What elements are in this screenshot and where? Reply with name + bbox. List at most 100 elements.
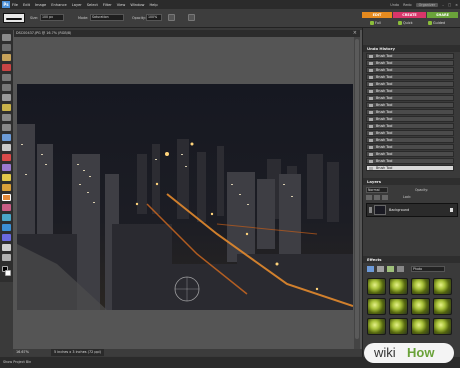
zoom-level[interactable]: 16.67% xyxy=(16,349,29,356)
history-item[interactable]: Brush Tool xyxy=(366,67,454,73)
straighten-tool-icon[interactable] xyxy=(2,144,11,151)
effect-thumbnail[interactable] xyxy=(389,278,408,295)
delete-layer-icon[interactable] xyxy=(382,195,388,200)
opacity-field[interactable]: 100% xyxy=(146,14,162,21)
zoom-tool-icon[interactable] xyxy=(2,44,11,51)
lasso-tool-icon[interactable] xyxy=(2,84,11,91)
edit-quick-button[interactable]: Quick xyxy=(398,20,413,26)
filters-tab-icon[interactable] xyxy=(367,266,374,272)
photo-effects-tab-icon[interactable] xyxy=(387,266,394,272)
organizer-button[interactable]: Organizer xyxy=(415,2,439,7)
move-tool-icon[interactable] xyxy=(2,34,11,41)
menu-edit[interactable]: Edit xyxy=(23,3,30,7)
minimize-icon[interactable]: – xyxy=(442,3,444,7)
layer-name[interactable]: Background xyxy=(389,208,409,212)
background-color-swatch[interactable] xyxy=(5,270,11,276)
healing-brush-icon[interactable] xyxy=(2,164,11,171)
history-item[interactable]: Brush Tool xyxy=(366,137,454,143)
tab-create[interactable]: CREATE xyxy=(393,12,426,18)
edit-full-button[interactable]: Full xyxy=(370,20,381,26)
eyedropper-tool-icon[interactable] xyxy=(2,64,11,71)
mode-select[interactable]: Saturation xyxy=(90,14,124,21)
effect-thumbnail[interactable] xyxy=(411,298,430,315)
history-item[interactable]: Brush Tool xyxy=(366,88,454,94)
edit-guided-button[interactable]: Guided xyxy=(428,20,445,26)
blend-mode-select[interactable]: Normal xyxy=(366,187,388,193)
tab-edit[interactable]: EDIT xyxy=(362,12,392,18)
menu-layer[interactable]: Layer xyxy=(72,3,82,7)
layer-row-background[interactable]: Background xyxy=(366,203,458,217)
scroll-thumb[interactable] xyxy=(355,39,359,339)
all-effects-tab-icon[interactable] xyxy=(397,266,404,272)
maximize-icon[interactable]: □ xyxy=(448,3,451,7)
eye-icon[interactable] xyxy=(369,207,372,213)
redo-button[interactable]: Redo xyxy=(403,3,412,7)
document-dimensions[interactable]: 5 inches x 3 inches (72 ppi) xyxy=(51,349,104,356)
history-item[interactable]: Brush Tool xyxy=(366,130,454,136)
layers-header[interactable]: Layers xyxy=(363,178,460,185)
history-item[interactable]: Brush Tool xyxy=(366,60,454,66)
new-layer-icon[interactable] xyxy=(366,195,372,200)
sponge-tool-icon[interactable] xyxy=(2,254,11,261)
effect-thumbnail[interactable] xyxy=(433,298,452,315)
quick-selection-icon[interactable] xyxy=(2,104,11,111)
history-item[interactable]: Brush Tool xyxy=(366,116,454,122)
size-field[interactable]: 100 px xyxy=(40,14,64,21)
menu-file[interactable]: File xyxy=(12,3,18,7)
menu-view[interactable]: View xyxy=(117,3,126,7)
history-item[interactable]: Brush Tool xyxy=(366,74,454,80)
hand-tool-icon[interactable] xyxy=(2,54,11,61)
tablet-options-icon[interactable] xyxy=(188,14,195,21)
tab-share[interactable]: SHARE xyxy=(427,12,458,18)
menu-window[interactable]: Window xyxy=(130,3,144,7)
eraser-tool-icon[interactable] xyxy=(2,184,11,191)
canvas-photo[interactable] xyxy=(17,84,353,310)
history-item-selected[interactable]: Brush Tool xyxy=(366,165,454,171)
red-eye-tool-icon[interactable] xyxy=(2,154,11,161)
effect-thumbnail[interactable] xyxy=(367,318,386,335)
menu-help[interactable]: Help xyxy=(149,3,157,7)
effects-header[interactable]: Effects xyxy=(363,256,460,263)
cookie-cutter-icon[interactable] xyxy=(2,134,11,141)
history-item[interactable]: Brush Tool xyxy=(366,53,454,59)
shape-tool-icon[interactable] xyxy=(2,234,11,241)
history-item[interactable]: Brush Tool xyxy=(366,158,454,164)
history-item[interactable]: Brush Tool xyxy=(366,102,454,108)
marquee-tool-icon[interactable] xyxy=(2,74,11,81)
effect-thumbnail[interactable] xyxy=(433,318,452,335)
crop-tool-icon[interactable] xyxy=(2,124,11,131)
smart-brush-icon[interactable] xyxy=(2,204,11,211)
effect-thumbnail[interactable] xyxy=(367,298,386,315)
vertical-scrollbar[interactable] xyxy=(354,37,360,349)
undo-history-header[interactable]: Undo History xyxy=(363,45,460,52)
menu-select[interactable]: Select xyxy=(87,3,98,7)
close-icon[interactable]: × xyxy=(455,3,458,7)
layer-styles-tab-icon[interactable] xyxy=(377,266,384,272)
type-tool-icon[interactable] xyxy=(2,114,11,121)
brush-tool-icon[interactable] xyxy=(2,194,11,201)
history-item[interactable]: Brush Tool xyxy=(366,123,454,129)
history-item[interactable]: Brush Tool xyxy=(366,144,454,150)
history-item[interactable]: Brush Tool xyxy=(366,95,454,101)
brush-preset-picker[interactable] xyxy=(3,13,25,23)
history-item[interactable]: Brush Tool xyxy=(366,151,454,157)
effect-thumbnail[interactable] xyxy=(411,318,430,335)
effect-thumbnail[interactable] xyxy=(411,278,430,295)
menu-enhance[interactable]: Enhance xyxy=(51,3,67,7)
blur-tool-icon[interactable] xyxy=(2,244,11,251)
effect-thumbnail[interactable] xyxy=(389,318,408,335)
effect-thumbnail[interactable] xyxy=(367,278,386,295)
menu-image[interactable]: Image xyxy=(35,3,46,7)
document-tab[interactable]: DSC00437.JPG @ 16.7% (RGB/8) × xyxy=(14,30,360,37)
paint-bucket-icon[interactable] xyxy=(2,214,11,221)
effect-thumbnail[interactable] xyxy=(433,278,452,295)
airbrush-icon[interactable] xyxy=(168,14,175,21)
gradient-tool-icon[interactable] xyxy=(2,224,11,231)
effect-thumbnail[interactable] xyxy=(389,298,408,315)
adjustment-layer-icon[interactable] xyxy=(374,195,380,200)
show-project-bin-label[interactable]: Show Project Bin xyxy=(3,360,31,364)
menu-filter[interactable]: Filter xyxy=(103,3,112,7)
undo-button[interactable]: Undo xyxy=(390,3,399,7)
magic-wand-icon[interactable] xyxy=(2,94,11,101)
effects-category-select[interactable]: Photo xyxy=(411,266,445,272)
